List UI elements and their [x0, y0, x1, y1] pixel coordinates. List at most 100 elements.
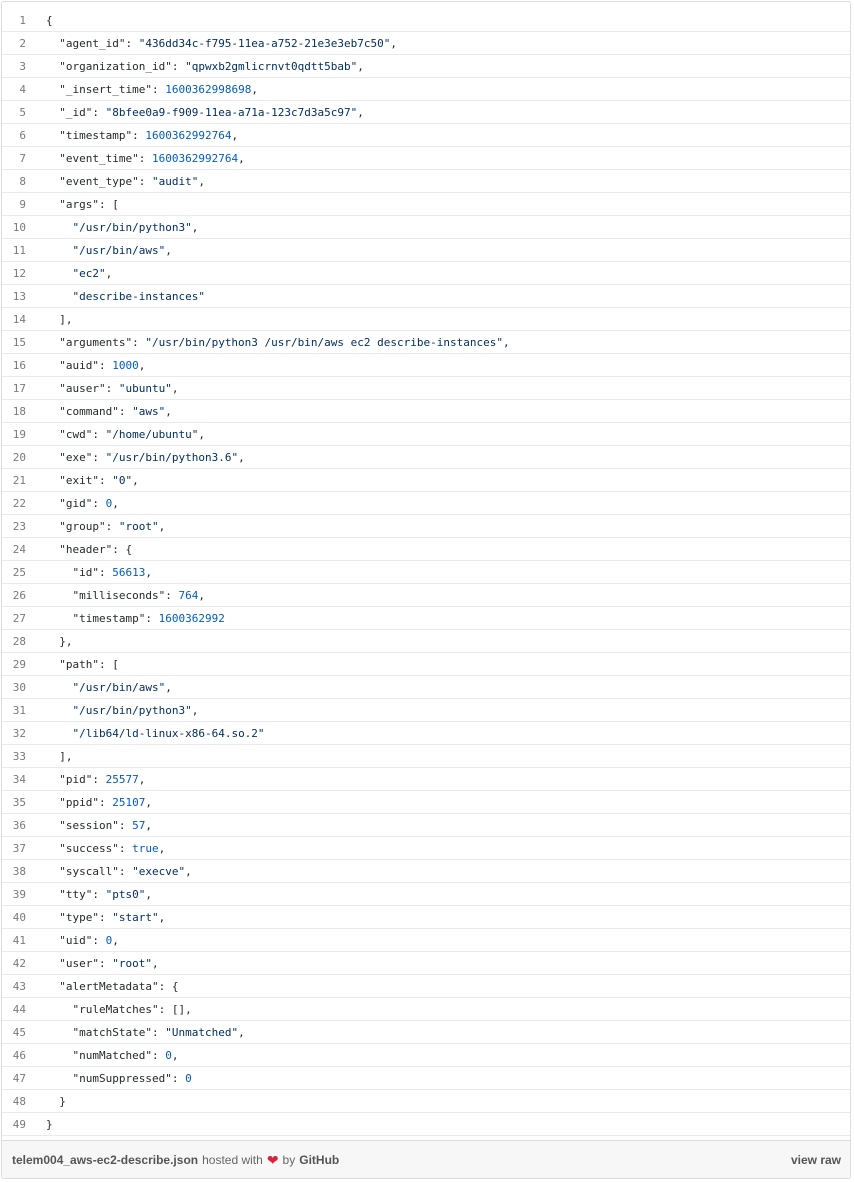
line-code: "timestamp": 1600362992: [46, 612, 225, 625]
gist-embed: 1{2 "agent_id": "436dd34c-f795-11ea-a752…: [1, 1, 851, 1179]
line-number[interactable]: 4: [2, 78, 26, 100]
line-number[interactable]: 21: [2, 469, 26, 491]
line-number[interactable]: 40: [2, 906, 26, 928]
line-code: "group": "root",: [46, 520, 166, 533]
line-number[interactable]: 8: [2, 170, 26, 192]
line-number[interactable]: 33: [2, 745, 26, 767]
code-line: 9 "args": [: [2, 193, 850, 216]
line-number[interactable]: 10: [2, 216, 26, 238]
line-code: }: [46, 1118, 53, 1131]
line-number[interactable]: 45: [2, 1021, 26, 1043]
line-code: ],: [46, 313, 73, 326]
code-line: 7 "event_time": 1600362992764,: [2, 147, 850, 170]
line-number[interactable]: 24: [2, 538, 26, 560]
line-number[interactable]: 42: [2, 952, 26, 974]
gist-footer: telem004_aws-ec2-describe.json hosted wi…: [2, 1140, 850, 1178]
line-number[interactable]: 30: [2, 676, 26, 698]
line-number[interactable]: 16: [2, 354, 26, 376]
line-number[interactable]: 15: [2, 331, 26, 353]
code-line: 49}: [2, 1113, 850, 1136]
line-number[interactable]: 18: [2, 400, 26, 422]
line-code: "timestamp": 1600362992764,: [46, 129, 239, 142]
code-line: 39 "tty": "pts0",: [2, 883, 850, 906]
line-number[interactable]: 17: [2, 377, 26, 399]
code-view: 1{2 "agent_id": "436dd34c-f795-11ea-a752…: [2, 2, 850, 1136]
line-number[interactable]: 49: [2, 1113, 26, 1135]
line-number[interactable]: 2: [2, 32, 26, 54]
line-code: "success": true,: [46, 842, 166, 855]
line-code: "numSuppressed": 0: [46, 1072, 192, 1085]
line-number[interactable]: 25: [2, 561, 26, 583]
line-number[interactable]: 36: [2, 814, 26, 836]
line-code: "id": 56613,: [46, 566, 152, 579]
line-number[interactable]: 20: [2, 446, 26, 468]
code-line: 37 "success": true,: [2, 837, 850, 860]
line-number[interactable]: 12: [2, 262, 26, 284]
line-number[interactable]: 31: [2, 699, 26, 721]
line-number[interactable]: 11: [2, 239, 26, 261]
line-number[interactable]: 32: [2, 722, 26, 744]
line-number[interactable]: 26: [2, 584, 26, 606]
code-line: 5 "_id": "8bfee0a9-f909-11ea-a71a-123c7d…: [2, 101, 850, 124]
line-code: "ec2",: [72, 267, 113, 280]
line-code: "pid": 25577,: [46, 773, 146, 786]
line-number[interactable]: 34: [2, 768, 26, 790]
gist-meta: telem004_aws-ec2-describe.json hosted wi…: [12, 1153, 339, 1167]
line-code: "ppid": 25107,: [46, 796, 152, 809]
code-line: 4 "_insert_time": 1600362998698,: [2, 78, 850, 101]
line-code: "tty": "pts0",: [46, 888, 152, 901]
line-code: "syscall": "execve",: [46, 865, 192, 878]
line-code: "agent_id": "436dd34c-f795-11ea-a752-21e…: [46, 37, 398, 50]
view-raw-link[interactable]: view raw: [791, 1153, 841, 1167]
line-number[interactable]: 39: [2, 883, 26, 905]
line-number[interactable]: 47: [2, 1067, 26, 1089]
line-number[interactable]: 5: [2, 101, 26, 123]
line-code: "header": {: [46, 543, 133, 556]
line-code: "/lib64/ld-linux-x86-64.so.2": [72, 727, 265, 740]
line-code: "command": "aws",: [46, 405, 172, 418]
line-code: "session": 57,: [46, 819, 152, 832]
line-number[interactable]: 23: [2, 515, 26, 537]
line-number[interactable]: 14: [2, 308, 26, 330]
code-line: 47 "numSuppressed": 0: [2, 1067, 850, 1090]
line-number[interactable]: 37: [2, 837, 26, 859]
code-line: 29 "path": [: [2, 653, 850, 676]
line-number[interactable]: 38: [2, 860, 26, 882]
code-line: 32 "/lib64/ld-linux-x86-64.so.2": [2, 722, 850, 745]
code-line: 42 "user": "root",: [2, 952, 850, 975]
line-number[interactable]: 28: [2, 630, 26, 652]
line-code: "arguments": "/usr/bin/python3 /usr/bin/…: [46, 336, 510, 349]
line-number[interactable]: 29: [2, 653, 26, 675]
gist-filename-link[interactable]: telem004_aws-ec2-describe.json: [12, 1153, 198, 1167]
line-code: "user": "root",: [46, 957, 159, 970]
line-number[interactable]: 44: [2, 998, 26, 1020]
line-number[interactable]: 13: [2, 285, 26, 307]
code-line: 48 }: [2, 1090, 850, 1113]
code-line: 45 "matchState": "Unmatched",: [2, 1021, 850, 1044]
line-code: "uid": 0,: [46, 934, 119, 947]
code-line: 22 "gid": 0,: [2, 492, 850, 515]
line-number[interactable]: 9: [2, 193, 26, 215]
line-number[interactable]: 46: [2, 1044, 26, 1066]
github-link[interactable]: GitHub: [299, 1153, 339, 1167]
line-code: "_id": "8bfee0a9-f909-11ea-a71a-123c7d3a…: [46, 106, 364, 119]
code-line: 26 "milliseconds": 764,: [2, 584, 850, 607]
line-number[interactable]: 22: [2, 492, 26, 514]
line-number[interactable]: 1: [2, 9, 26, 31]
code-line: 2 "agent_id": "436dd34c-f795-11ea-a752-2…: [2, 32, 850, 55]
line-number[interactable]: 35: [2, 791, 26, 813]
line-code: "matchState": "Unmatched",: [46, 1026, 245, 1039]
line-number[interactable]: 27: [2, 607, 26, 629]
line-number[interactable]: 19: [2, 423, 26, 445]
line-code: "/usr/bin/python3",: [72, 704, 199, 717]
line-number[interactable]: 41: [2, 929, 26, 951]
line-number[interactable]: 6: [2, 124, 26, 146]
code-line: 27 "timestamp": 1600362992: [2, 607, 850, 630]
line-number[interactable]: 7: [2, 147, 26, 169]
line-number[interactable]: 3: [2, 55, 26, 77]
code-line: 15 "arguments": "/usr/bin/python3 /usr/b…: [2, 331, 850, 354]
code-line: 40 "type": "start",: [2, 906, 850, 929]
line-code: "auser": "ubuntu",: [46, 382, 179, 395]
line-number[interactable]: 43: [2, 975, 26, 997]
line-number[interactable]: 48: [2, 1090, 26, 1112]
